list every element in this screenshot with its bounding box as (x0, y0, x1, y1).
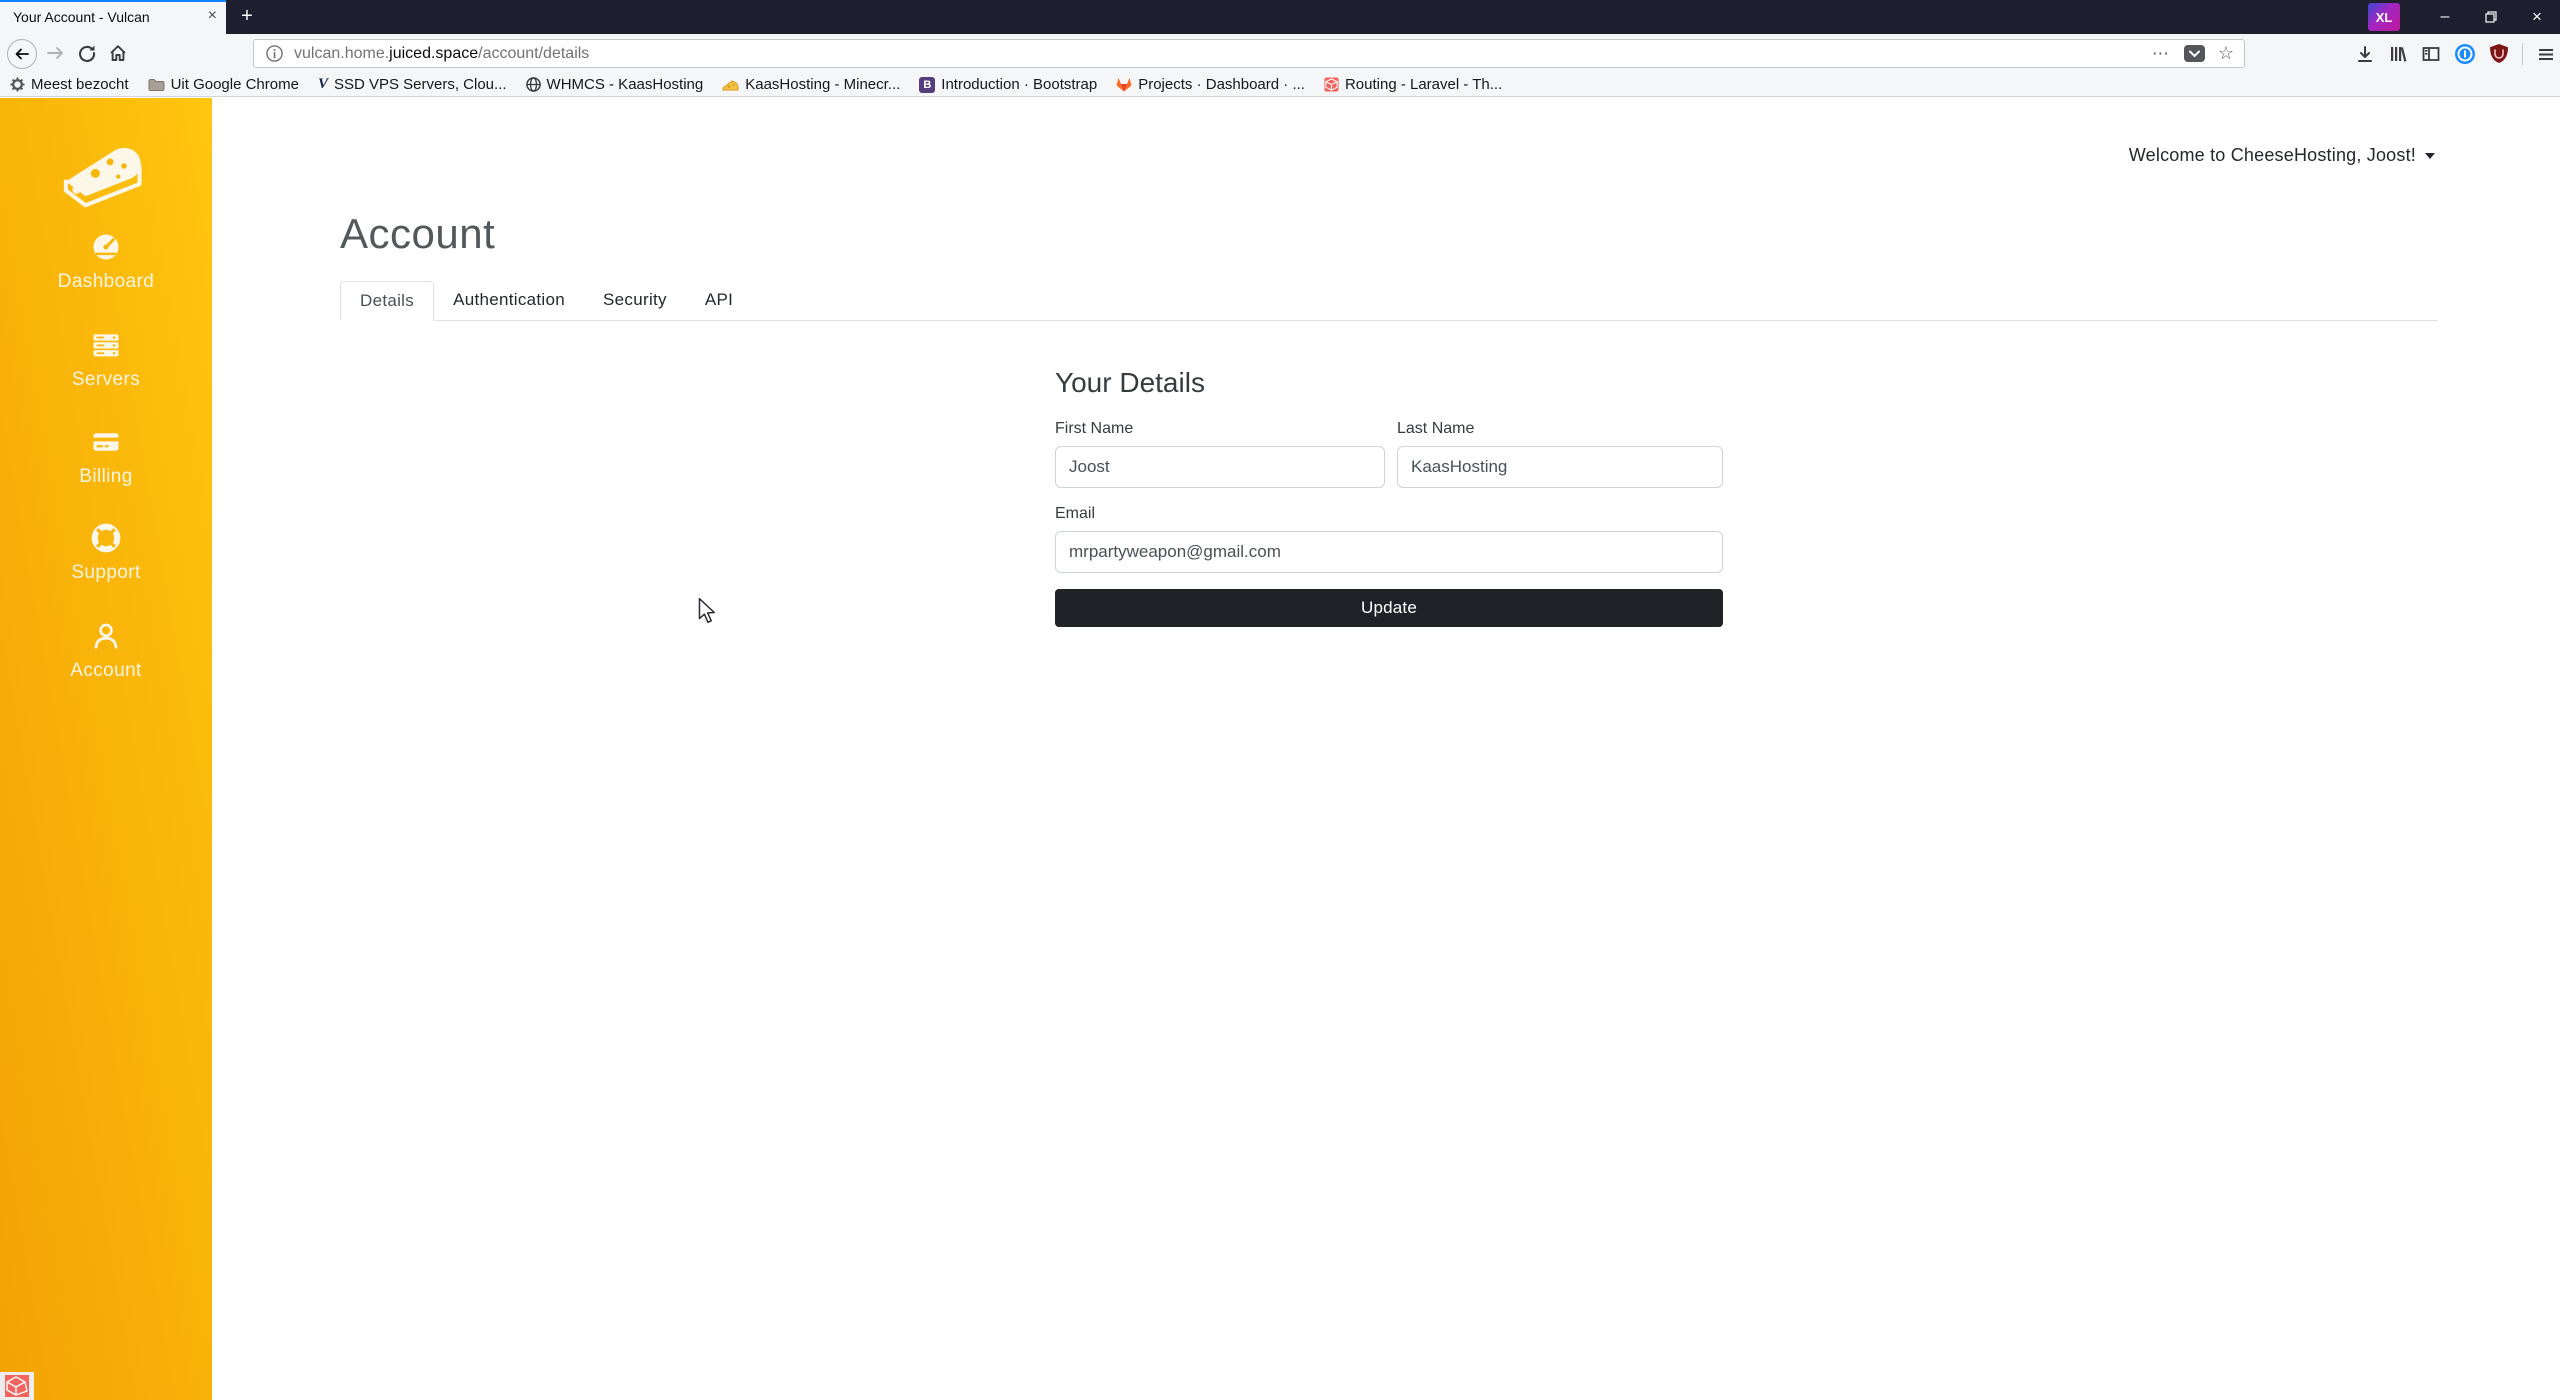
page-actions-icon[interactable]: ⋯ (2152, 44, 2170, 64)
gear-icon (10, 77, 25, 92)
bookmarks-bar: Meest bezocht Uit Google Chrome V SSD VP… (0, 73, 2560, 97)
toolbar-separator (2522, 42, 2523, 65)
details-form: Your Details First Name Last Name Email (1055, 367, 1723, 627)
bookmark-gitlab[interactable]: Projects · Dashboard · ... (1116, 76, 1305, 93)
gitlab-icon (1116, 77, 1132, 92)
last-name-label: Last Name (1397, 420, 1475, 437)
app-viewport: Dashboard Servers Billing Support Accoun… (0, 98, 2560, 1400)
first-name-group: First Name (1055, 420, 1385, 488)
cheese-logo[interactable] (61, 140, 151, 210)
bookmark-from-chrome[interactable]: Uit Google Chrome (148, 76, 299, 93)
library-icon[interactable] (2388, 44, 2408, 64)
back-button[interactable] (7, 39, 37, 69)
sidebar-item-support[interactable]: Support (0, 523, 212, 584)
person-icon (94, 623, 118, 649)
url-text: vulcan.home.juiced.space/account/details (294, 45, 589, 63)
window-minimize-button[interactable]: – (2422, 0, 2468, 34)
server-stack-icon (93, 334, 119, 357)
update-button[interactable]: Update (1055, 589, 1723, 627)
first-name-label: First Name (1055, 420, 1134, 437)
folder-icon (148, 78, 165, 91)
bookmark-most-visited[interactable]: Meest bezocht (10, 76, 129, 93)
sidebar: Dashboard Servers Billing Support Accoun… (0, 98, 212, 1400)
laravel-badge-icon (5, 1375, 29, 1397)
browser-titlebar: Your Account - Vulcan × + XL – × (0, 0, 2560, 34)
globe-icon (525, 77, 541, 92)
page-content: Account Details Authentication Security … (340, 98, 2438, 627)
window-close-button[interactable]: × (2514, 0, 2560, 34)
screen: Your Account - Vulcan × + XL – × vulcan.… (0, 0, 2560, 1400)
sidebar-item-dashboard[interactable]: Dashboard (0, 232, 212, 293)
browser-tab[interactable]: Your Account - Vulcan × (0, 0, 226, 34)
bookmark-whmcs[interactable]: WHMCS - KaasHosting (525, 76, 703, 93)
bookmark-kaashosting[interactable]: KaasHosting - Minecr... (722, 76, 900, 93)
url-prefix: vulcan.home. (294, 44, 390, 62)
active-tab-accent (0, 0, 226, 2)
tab-details[interactable]: Details (340, 281, 435, 321)
sidebar-item-servers[interactable]: Servers (0, 330, 212, 391)
speedometer-icon (93, 234, 119, 260)
restore-icon (2485, 11, 2497, 23)
back-arrow-icon (15, 48, 29, 60)
site-info-icon[interactable] (266, 45, 283, 62)
email-group: Email (1055, 505, 1723, 573)
url-domain: juiced.space (389, 44, 479, 62)
reload-button[interactable] (77, 43, 97, 63)
tab-close-icon[interactable]: × (208, 6, 217, 26)
sidebar-item-account[interactable]: Account (0, 621, 212, 682)
window-controls: – × (2422, 0, 2560, 34)
home-button[interactable] (108, 43, 128, 63)
cheese-icon (722, 79, 739, 90)
url-path: /account/details (478, 44, 590, 62)
bookmark-laravel[interactable]: Routing - Laravel - Th... (1324, 76, 1502, 93)
name-row: First Name Last Name (1055, 420, 1723, 488)
home-icon (110, 45, 126, 61)
downloads-icon[interactable] (2355, 44, 2375, 64)
forward-button[interactable] (45, 43, 65, 63)
reload-icon (79, 45, 96, 62)
tab-authentication[interactable]: Authentication (434, 281, 584, 320)
laravel-debugbar-toggle[interactable] (0, 1372, 34, 1400)
taskbar-extension-icon[interactable]: XL (2368, 3, 2400, 31)
life-ring-icon (91, 523, 121, 553)
url-bar[interactable]: vulcan.home.juiced.space/account/details… (253, 39, 2245, 68)
vultr-icon: V (317, 76, 328, 92)
pocket-icon[interactable] (2183, 45, 2205, 62)
mouse-cursor (698, 598, 716, 624)
form-heading: Your Details (1055, 367, 1205, 398)
browser-toolbar: vulcan.home.juiced.space/account/details… (0, 34, 2560, 73)
tab-title: Your Account - Vulcan (13, 9, 150, 25)
menu-hamburger-icon[interactable] (2536, 44, 2556, 64)
main-panel: Welcome to CheeseHosting, Joost! Account… (212, 98, 2560, 1400)
bookmark-star-icon[interactable]: ☆ (2218, 43, 2234, 64)
credit-card-icon (93, 433, 119, 451)
sidebar-item-billing[interactable]: Billing (0, 427, 212, 488)
ublock-icon[interactable] (2489, 43, 2509, 64)
window-restore-button[interactable] (2468, 0, 2514, 34)
last-name-group: Last Name (1397, 420, 1723, 488)
bootstrap-icon: B (919, 76, 936, 93)
page-title: Account (340, 210, 496, 257)
onepassword-icon[interactable] (2454, 43, 2476, 65)
new-tab-button[interactable]: + (234, 4, 260, 30)
tab-security[interactable]: Security (584, 281, 686, 320)
tab-api[interactable]: API (686, 281, 752, 320)
email-label: Email (1055, 505, 1096, 522)
laravel-icon (1324, 77, 1339, 92)
last-name-input[interactable] (1397, 446, 1723, 488)
email-input[interactable] (1055, 531, 1723, 573)
forward-arrow-icon (47, 47, 63, 59)
first-name-input[interactable] (1055, 446, 1385, 488)
bookmark-vultr[interactable]: V SSD VPS Servers, Clou... (318, 76, 507, 93)
sidebar-toggle-icon[interactable] (2421, 44, 2441, 64)
account-tabs: Details Authentication Security API (340, 281, 2438, 321)
toolbar-right-icons (2355, 34, 2556, 73)
bookmark-bootstrap[interactable]: B Introduction · Bootstrap (919, 76, 1097, 93)
